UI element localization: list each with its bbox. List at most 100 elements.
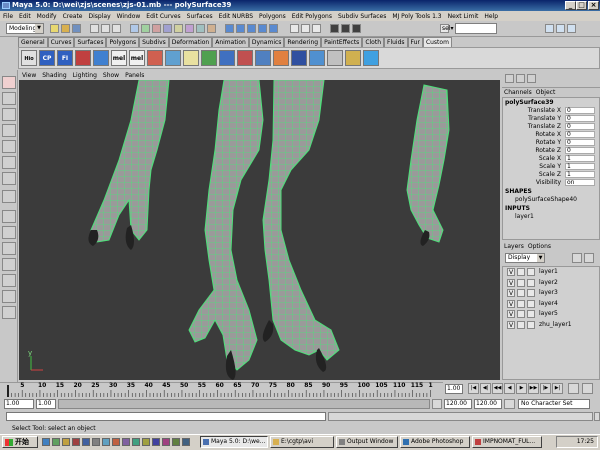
step-forward-icon[interactable]: |▶	[540, 383, 551, 394]
shelf-mel-icon[interactable]: mel	[129, 50, 145, 66]
layer-color-swatch[interactable]	[527, 320, 535, 329]
tab-surfaces[interactable]: Surfaces	[74, 37, 107, 47]
channel-value[interactable]: 0	[565, 131, 595, 138]
viewport-canvas[interactable]: y	[19, 80, 500, 380]
channel-row[interactable]: Rotate X 0	[503, 131, 599, 139]
mask-misc-icon[interactable]	[207, 24, 216, 33]
quicklaunch-ie-icon[interactable]	[42, 438, 50, 446]
channelbox-tab-channels[interactable]: Channels	[502, 88, 534, 97]
script-editor-icon[interactable]	[594, 412, 600, 421]
channelbox-object-name[interactable]: polySurface39	[503, 98, 599, 107]
mask-surface-icon[interactable]	[163, 24, 172, 33]
layout-four-icon[interactable]	[2, 226, 16, 239]
mask-handle-icon[interactable]	[130, 24, 139, 33]
channel-row[interactable]: Visibility on	[503, 179, 599, 187]
channel-value[interactable]: 0	[565, 115, 595, 122]
task-photoshop[interactable]: Adobe Photoshop	[400, 436, 470, 448]
center-legs-mesh[interactable]	[188, 80, 340, 380]
right-hand-mesh[interactable]	[406, 84, 450, 246]
tab-cloth[interactable]: Cloth	[362, 37, 384, 47]
new-layer-icon[interactable]	[572, 253, 582, 263]
shelf-tool-icon[interactable]	[363, 50, 379, 66]
menu-create[interactable]: Create	[60, 12, 86, 21]
menu-set-select[interactable]: Modeling ▼	[6, 23, 44, 34]
quicklaunch-app-icon[interactable]	[82, 438, 90, 446]
layer-visibility-toggle[interactable]: V	[507, 310, 515, 318]
save-scene-icon[interactable]	[72, 24, 81, 33]
scale-tool-icon[interactable]	[2, 140, 16, 153]
current-frame-field[interactable]: 1.00	[445, 384, 463, 394]
left-hand-mesh[interactable]	[88, 80, 170, 250]
layer-row[interactable]: Vlayer4	[503, 299, 599, 310]
quick-select-input[interactable]	[455, 23, 497, 34]
shape-node[interactable]: polySurfaceShape40	[503, 196, 599, 204]
shelf-tool-icon[interactable]	[309, 50, 325, 66]
tab-rendering[interactable]: Rendering	[284, 37, 322, 47]
layer-template-toggle[interactable]	[517, 299, 525, 308]
menu-surfaces[interactable]: Surfaces	[184, 12, 216, 21]
snap-point-icon[interactable]	[247, 24, 256, 33]
tab-fur[interactable]: Fur	[407, 37, 423, 47]
task-maya[interactable]: Maya 5.0: D:\we...	[200, 436, 268, 448]
channel-row[interactable]: Scale Y 1	[503, 163, 599, 171]
channel-row[interactable]: Scale X 1	[503, 155, 599, 163]
channel-row[interactable]: Translate Y 0	[503, 115, 599, 123]
current-time-marker[interactable]	[7, 385, 9, 397]
snap-grid-icon[interactable]	[225, 24, 234, 33]
play-forward-icon[interactable]: ▶	[516, 383, 527, 394]
quicklaunch-app-icon[interactable]	[102, 438, 110, 446]
layer-row[interactable]: Vlayer5	[503, 309, 599, 320]
panel-icon[interactable]	[516, 74, 525, 83]
close-button[interactable]: ×	[588, 1, 599, 10]
mask-curve-icon[interactable]	[152, 24, 161, 33]
shelf-tool-icon[interactable]	[327, 50, 343, 66]
layer-color-swatch[interactable]	[527, 268, 535, 276]
render-frame-icon[interactable]	[330, 24, 339, 33]
menu-next-limit[interactable]: Next Limit	[445, 12, 482, 21]
menu-polygons[interactable]: Polygons	[256, 12, 289, 21]
layers-tab-options[interactable]: Options	[526, 242, 553, 251]
task-impnomat[interactable]: IMPNOMAT_FUL...	[472, 436, 542, 448]
quicklaunch-explorer-icon[interactable]	[62, 438, 70, 446]
layer-row[interactable]: Vlayer1	[503, 267, 599, 278]
channel-row[interactable]: Rotate Z 0	[503, 147, 599, 155]
shelf-tool-icon[interactable]	[345, 50, 361, 66]
layer-visibility-toggle[interactable]: V	[507, 320, 515, 329]
menu-file[interactable]: File	[0, 12, 16, 21]
mask-dynamics-icon[interactable]	[185, 24, 194, 33]
channel-value[interactable]: 1	[565, 163, 595, 170]
quicklaunch-app-icon[interactable]	[162, 438, 170, 446]
layer-color-swatch[interactable]	[527, 278, 535, 287]
layer-template-toggle[interactable]	[517, 278, 525, 287]
layer-visibility-toggle[interactable]: V	[507, 289, 515, 297]
start-time-field[interactable]: 1.00	[4, 399, 34, 409]
channel-value[interactable]: 0	[565, 147, 595, 154]
quicklaunch-app-icon[interactable]	[132, 438, 140, 446]
lasso-tool-icon[interactable]	[2, 92, 16, 105]
quicklaunch-app-icon[interactable]	[72, 438, 80, 446]
layout-graph-icon[interactable]	[2, 274, 16, 287]
layer-template-toggle[interactable]	[517, 289, 525, 297]
start-button[interactable]: 开始	[2, 436, 38, 448]
shelf-tool-icon[interactable]	[273, 50, 289, 66]
task-explorer[interactable]: E:\cgtp\avi	[270, 436, 334, 448]
minimize-button[interactable]: _	[565, 1, 576, 10]
character-set-field[interactable]: No Character Set	[518, 399, 590, 409]
panel-icon[interactable]	[505, 74, 514, 83]
maximize-button[interactable]: □	[576, 1, 587, 10]
layout-render-icon[interactable]	[2, 306, 16, 319]
select-hierarchy-icon[interactable]	[90, 24, 99, 33]
mask-joint-icon[interactable]	[141, 24, 150, 33]
shelf-tool-icon[interactable]	[75, 50, 91, 66]
layout-hypershade-icon[interactable]	[2, 290, 16, 303]
menu-subdiv-surfaces[interactable]: Subdiv Surfaces	[335, 12, 389, 21]
key-icon[interactable]	[568, 383, 579, 394]
playback-end-field[interactable]: 120.00	[444, 399, 472, 409]
step-forward-key-icon[interactable]: ▶▶	[528, 383, 539, 394]
shelf-tool-icon[interactable]	[165, 50, 181, 66]
command-input[interactable]	[6, 412, 326, 421]
channel-row[interactable]: Translate X 0	[503, 107, 599, 115]
task-output-window[interactable]: Output Window	[336, 436, 398, 448]
menu-edit-curves[interactable]: Edit Curves	[143, 12, 183, 21]
select-tool-icon[interactable]	[2, 76, 16, 89]
